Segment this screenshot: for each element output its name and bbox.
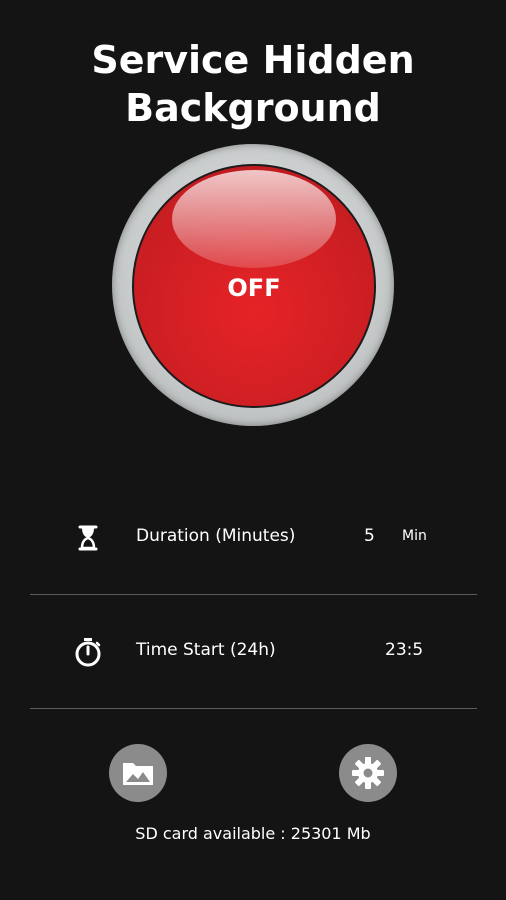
time-start-row[interactable]: Time Start (24h) 23:5: [30, 622, 477, 682]
time-start-value[interactable]: 23:5: [385, 640, 423, 660]
power-toggle-ring: OFF: [112, 144, 394, 426]
duration-label: Duration (Minutes): [136, 526, 296, 546]
divider: [30, 594, 477, 595]
duration-value[interactable]: 5: [364, 526, 375, 546]
time-start-label: Time Start (24h): [136, 640, 276, 660]
divider: [30, 708, 477, 709]
title-line-1: Service Hidden: [91, 38, 415, 82]
gallery-icon: [123, 763, 153, 785]
button-gloss-highlight: [172, 170, 336, 268]
title-line-2: Background: [125, 86, 381, 130]
gallery-button[interactable]: [109, 744, 167, 802]
settings-button[interactable]: [339, 744, 397, 802]
sd-card-status: SD card available : 25301 Mb: [135, 824, 371, 843]
power-toggle-button[interactable]: OFF: [132, 164, 376, 408]
stopwatch-icon: [75, 638, 101, 667]
page-title: Service Hidden Background: [0, 36, 506, 132]
toggle-state-label: OFF: [227, 274, 281, 302]
duration-unit: Min: [402, 528, 427, 544]
gear-icon: [352, 757, 384, 789]
hourglass-icon: [78, 525, 98, 551]
duration-row[interactable]: Duration (Minutes) 5 Min: [30, 508, 477, 568]
